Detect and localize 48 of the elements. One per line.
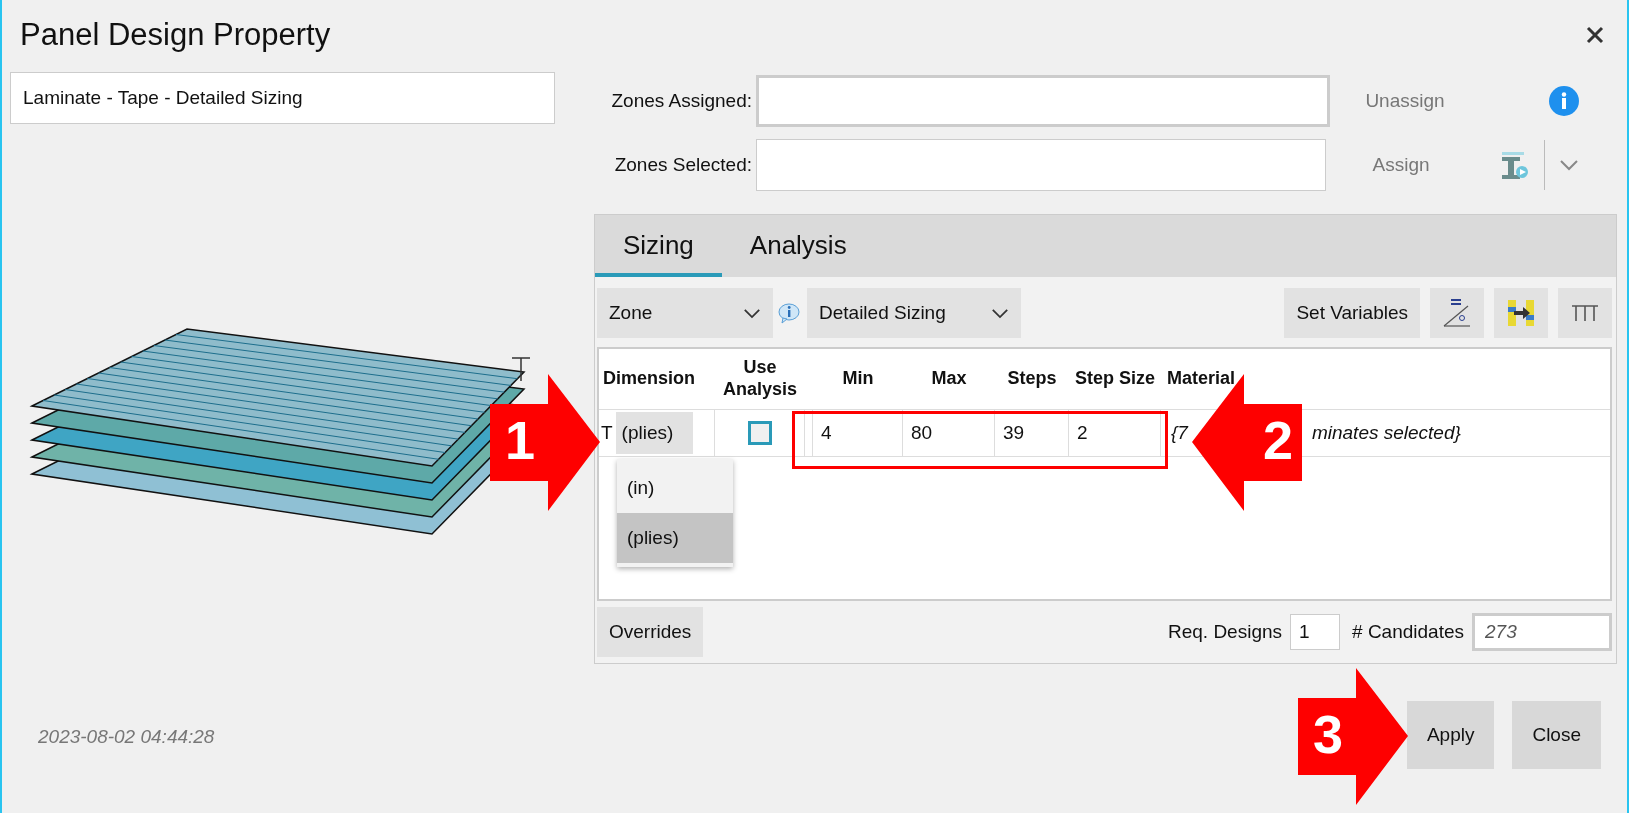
table-cell[interactable]: 39 <box>995 410 1069 456</box>
zone-label: Zones Selected: <box>613 154 753 176</box>
menu-item[interactable]: (in) <box>617 463 733 513</box>
zone-label: Zones Assigned: <box>610 90 753 112</box>
chevron-down-icon[interactable] <box>1559 159 1579 171</box>
callout-number: 2 <box>1261 409 1294 472</box>
method-dropdown[interactable]: Detailed Sizing <box>807 288 1021 338</box>
dialog-button[interactable]: Apply <box>1406 701 1495 769</box>
column-header: Min <box>841 368 875 390</box>
dialog-button[interactable]: Close <box>1512 701 1601 769</box>
design-name-field[interactable]: Laminate - Tape - Detailed Sizing <box>10 72 555 124</box>
column-header: Steps <box>1006 368 1058 390</box>
window-title: Panel Design Property <box>20 17 332 53</box>
column-header: Material <box>1166 368 1237 390</box>
candidates-field: 273 <box>1472 613 1612 651</box>
table-cell[interactable]: 80 <box>903 410 995 456</box>
chevron-down-icon <box>743 307 761 319</box>
table-cell[interactable]: 4 <box>813 410 903 456</box>
callout-number: 3 <box>1311 703 1344 766</box>
overrides-button[interactable]: Overrides <box>597 607 704 657</box>
scope-dropdown[interactable]: Zone <box>597 288 773 338</box>
table-cell: {7 <box>1171 422 1188 444</box>
req-designs-field[interactable]: 1 <box>1290 614 1341 650</box>
close-icon[interactable] <box>1585 25 1605 45</box>
zone-field[interactable] <box>756 75 1330 127</box>
column-header: Dimension <box>602 368 696 390</box>
timestamp: 2023-08-02 04:44:28 <box>38 726 215 748</box>
table-cell[interactable]: 2 <box>1069 410 1161 456</box>
menu-item[interactable]: (plies) <box>617 513 733 563</box>
chevron-down-icon <box>991 307 1009 319</box>
columns-icon[interactable] <box>1558 288 1612 338</box>
table-cell: T <box>601 422 613 444</box>
req-designs-label: Req. Designs <box>1167 621 1283 643</box>
column-header: Step Size <box>1074 368 1156 390</box>
unit-dropdown[interactable]: (plies) <box>615 412 694 454</box>
info-bubble-icon[interactable] <box>777 302 801 324</box>
callout-number: 1 <box>503 409 536 472</box>
candidates-label: # Candidates <box>1352 621 1464 643</box>
set-variables-button[interactable]: Set Variables <box>1284 288 1420 338</box>
column-header: Max <box>930 368 968 390</box>
info-icon[interactable] <box>1549 86 1579 116</box>
min-max-icon[interactable] <box>1430 288 1484 338</box>
table-cell: minates selected} <box>1311 422 1461 444</box>
column-header: Use Analysis <box>721 357 798 401</box>
checkbox[interactable] <box>747 421 772 445</box>
beam-play-icon[interactable] <box>1500 150 1530 180</box>
tab[interactable]: Analysis <box>721 215 875 277</box>
zone-field[interactable] <box>756 139 1326 191</box>
